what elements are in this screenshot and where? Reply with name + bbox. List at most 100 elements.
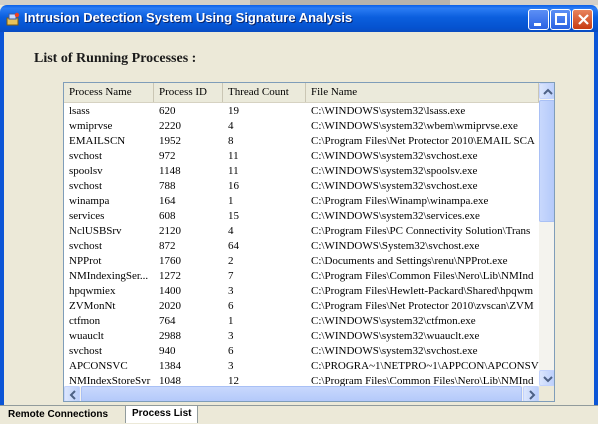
cell-file-name: C:\Program Files\PC Connectivity Solutio… [311, 225, 531, 237]
table-row[interactable]: services 608 15 C:\WINDOWS\system32\service… [64, 208, 539, 224]
cell-process-name: NPProt [69, 255, 102, 267]
table-row[interactable]: svchost 940 6 C:\WINDOWS\system32\svchost.e… [64, 343, 539, 359]
cell-thread-count: 1 [228, 195, 234, 207]
cell-thread-count: 16 [228, 180, 239, 192]
section-heading: List of Running Processes : [34, 51, 197, 66]
table-row[interactable]: wmiprvse 2220 4 C:\WINDOWS\system32\wbem\wm… [64, 118, 539, 134]
cell-process-id: 788 [159, 180, 176, 192]
cell-process-id: 2220 [159, 120, 181, 132]
cell-process-name: svchost [69, 240, 102, 252]
cell-process-name: svchost [69, 150, 102, 162]
scroll-right-button[interactable] [523, 386, 539, 401]
column-header-process-id[interactable]: Process ID [154, 83, 223, 102]
table-row[interactable]: svchost 788 16 C:\WINDOWS\system32\svchost.… [64, 178, 539, 194]
cell-thread-count: 3 [228, 360, 234, 372]
cell-process-name: winampa [69, 195, 110, 207]
table-row[interactable]: EMAILSCN 1952 8 C:\Program Files\Net Protec… [64, 133, 539, 149]
cell-thread-count: 3 [228, 285, 234, 297]
cell-process-id: 1952 [159, 135, 181, 147]
maximize-icon [555, 13, 567, 25]
vertical-scrollbar[interactable] [539, 83, 554, 386]
process-rows: lsass 620 19 C:\WINDOWS\system32\lsass.exe w… [64, 103, 539, 386]
cell-thread-count: 15 [228, 210, 239, 222]
scroll-down-icon [543, 376, 553, 383]
cell-process-id: 872 [159, 240, 176, 252]
cell-file-name: C:\Program Files\Hewlett-Packard\Shared\… [311, 285, 534, 297]
table-row[interactable]: NMIndexingSer... 1272 7 C:\Program Files\Co… [64, 268, 539, 284]
scroll-up-button[interactable] [539, 83, 554, 99]
cell-file-name: C:\WINDOWS\system32\wuauclt.exe [311, 330, 480, 342]
close-icon [578, 14, 589, 25]
cell-thread-count: 4 [228, 225, 234, 237]
table-row[interactable]: wuauclt 2988 3 C:\WINDOWS\system32\wuauclt.… [64, 328, 539, 344]
tab-process-list[interactable]: Process List [125, 406, 199, 423]
cell-process-name: NMIndexingSer... [69, 270, 149, 282]
table-row[interactable]: spoolsv 1148 11 C:\WINDOWS\system32\spoolsv… [64, 163, 539, 179]
cell-process-name: svchost [69, 180, 102, 192]
cell-thread-count: 6 [228, 300, 234, 312]
title-bar[interactable]: Intrusion Detection System Using Signatu… [0, 5, 598, 32]
scroll-up-icon [543, 88, 553, 95]
cell-file-name: C:\WINDOWS\system32\lsass.exe [311, 105, 466, 117]
cell-file-name: C:\Program Files\Common Files\Nero\Lib\N… [311, 375, 534, 386]
table-row[interactable]: APCONSVC 1384 3 C:\PROGRA~1\NETPRO~1\APPCON… [64, 358, 539, 374]
cell-file-name: C:\Documents and Settings\renu\NPProt.ex… [311, 255, 508, 267]
cell-thread-count: 3 [228, 330, 234, 342]
table-row[interactable]: svchost 872 64 C:\WINDOWS\System32\svchost.… [64, 238, 539, 254]
column-header-process-name[interactable]: Process Name [64, 83, 154, 102]
cell-thread-count: 1 [228, 315, 234, 327]
cell-process-id: 1760 [159, 255, 181, 267]
cell-process-name: ctfmon [69, 315, 101, 327]
scroll-left-icon [69, 390, 76, 400]
cell-process-id: 1048 [159, 375, 181, 386]
table-row[interactable]: ctfmon 764 1 C:\WINDOWS\system32\ctfmon.exe [64, 313, 539, 329]
vertical-scroll-thumb[interactable] [539, 100, 554, 222]
cell-process-id: 1272 [159, 270, 181, 282]
table-row[interactable]: winampa 164 1 C:\Program Files\Winamp\winam… [64, 193, 539, 209]
cell-file-name: C:\Program Files\Common Files\Nero\Lib\N… [311, 270, 534, 282]
cell-thread-count: 64 [228, 240, 239, 252]
cell-process-id: 1384 [159, 360, 181, 372]
horizontal-scrollbar[interactable] [64, 386, 539, 401]
maximize-button[interactable] [550, 9, 571, 30]
minimize-button[interactable] [528, 9, 549, 30]
table-row[interactable]: NMIndexStoreSvr 1048 12 C:\Program Files\Co… [64, 373, 539, 386]
table-row[interactable]: svchost 972 11 C:\WINDOWS\system32\svchost.… [64, 148, 539, 164]
cell-process-id: 2120 [159, 225, 181, 237]
cell-process-id: 972 [159, 150, 176, 162]
column-header-thread-count[interactable]: Thread Count [223, 83, 306, 102]
cell-process-name: svchost [69, 345, 102, 357]
cell-file-name: C:\WINDOWS\system32\services.exe [311, 210, 480, 222]
cell-process-name: wuauclt [69, 330, 104, 342]
window-title: Intrusion Detection System Using Signatu… [24, 10, 353, 25]
cell-thread-count: 19 [228, 105, 239, 117]
cell-process-id: 620 [159, 105, 176, 117]
table-row[interactable]: NPProt 1760 2 C:\Documents and Settings\ren… [64, 253, 539, 269]
cell-process-name: spoolsv [69, 165, 103, 177]
cell-thread-count: 7 [228, 270, 234, 282]
scrollbar-corner [539, 386, 554, 401]
table-row[interactable]: ZVMonNt 2020 6 C:\Program Files\Net Protect… [64, 298, 539, 314]
process-list-view[interactable]: Process Name Process ID Thread Count Fil… [63, 82, 555, 402]
column-header-file-name[interactable]: File Name [306, 83, 539, 102]
tab-remote-connections[interactable]: Remote Connections [8, 407, 108, 423]
cell-file-name: C:\WINDOWS\system32\svchost.exe [311, 150, 478, 162]
scroll-left-button[interactable] [64, 386, 80, 401]
table-row[interactable]: NclUSBSrv 2120 4 C:\Program Files\PC Connec… [64, 223, 539, 239]
cell-thread-count: 2 [228, 255, 234, 267]
cell-thread-count: 12 [228, 375, 239, 386]
cell-file-name: C:\WINDOWS\system32\svchost.exe [311, 180, 478, 192]
scroll-right-icon [529, 390, 536, 400]
window-border-left [0, 32, 4, 423]
table-row[interactable]: lsass 620 19 C:\WINDOWS\system32\lsass.exe [64, 103, 539, 119]
table-row[interactable]: hpqwmiex 1400 3 C:\Program Files\Hewlett-Pa… [64, 283, 539, 299]
cell-process-id: 1148 [159, 165, 181, 177]
minimize-icon [534, 23, 541, 26]
cell-process-id: 608 [159, 210, 176, 222]
horizontal-scroll-thumb[interactable] [81, 386, 522, 401]
cell-process-id: 164 [159, 195, 176, 207]
close-button[interactable] [572, 9, 593, 30]
cell-file-name: C:\WINDOWS\system32\spoolsv.exe [311, 165, 478, 177]
cell-process-name: ZVMonNt [69, 300, 116, 312]
scroll-down-button[interactable] [539, 370, 554, 386]
